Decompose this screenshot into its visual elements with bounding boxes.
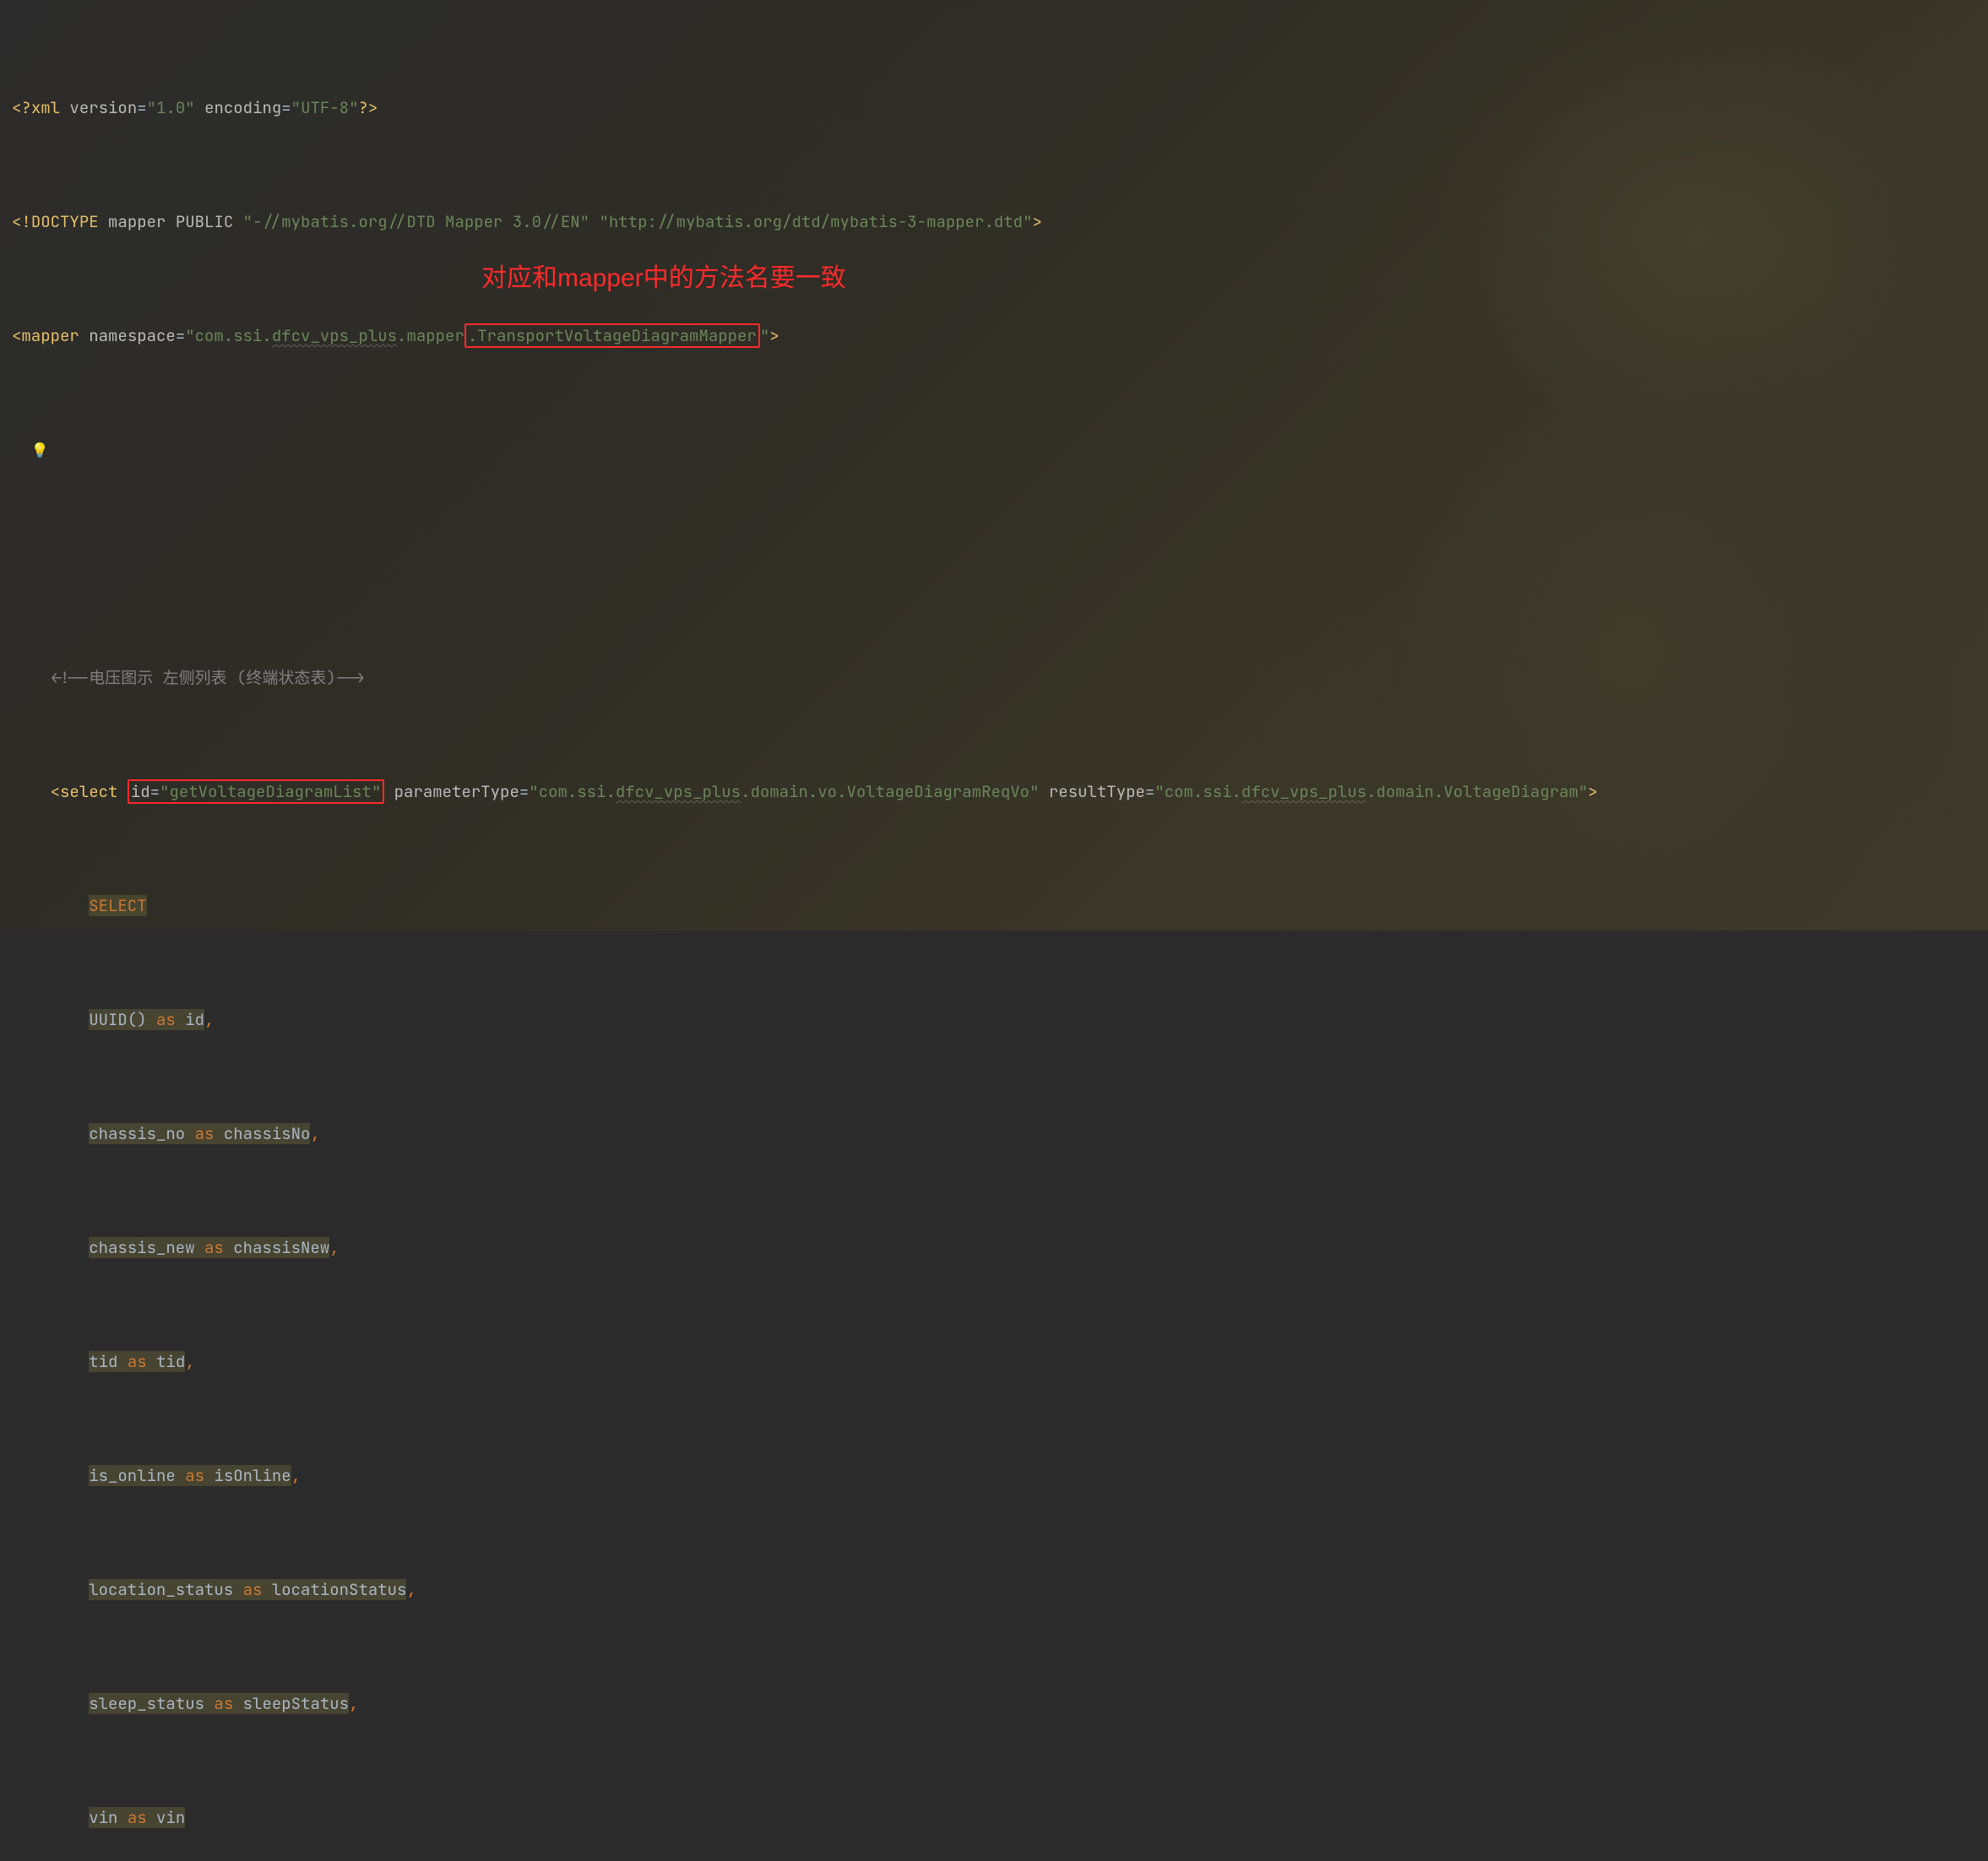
- attr-encoding: encoding: [204, 97, 281, 118]
- code-line[interactable]: <!DOCTYPE mapper PUBLIC "-//mybatis.org/…: [0, 210, 1988, 233]
- code-editor[interactable]: <?xml version="1.0" encoding="UTF-8"?> <…: [0, 0, 1988, 1861]
- code-line[interactable]: UUID() as id,: [0, 1008, 1988, 1031]
- sql-select: SELECT: [89, 895, 146, 916]
- code-line[interactable]: SELECT: [0, 894, 1988, 917]
- code-line[interactable]: <!--电压图示 左侧列表 (终端状态表)-->: [0, 666, 1988, 689]
- attr-resultType: resultType: [1049, 781, 1145, 802]
- xml-decl-open: <?: [12, 97, 31, 118]
- highlight-method-id: id="getVoltageDiagramList": [128, 779, 384, 804]
- xml-comment: <!--电压图示 左侧列表 (终端状态表)-->: [51, 667, 365, 688]
- doctype: DOCTYPE: [31, 211, 99, 232]
- code-line[interactable]: location_status as locationStatus,: [0, 1578, 1988, 1601]
- xml-decl-close: ?>: [358, 97, 378, 118]
- select-tag: select: [60, 781, 117, 802]
- highlight-mapper-class: .TransportVoltageDiagramMapper: [464, 323, 760, 348]
- xml-name: xml: [31, 97, 60, 118]
- mapper-tag: mapper: [21, 325, 79, 346]
- code-line[interactable]: sleep_status as sleepStatus,: [0, 1692, 1988, 1715]
- code-line[interactable]: <?xml version="1.0" encoding="UTF-8"?>: [0, 96, 1988, 119]
- attr-namespace: namespace: [89, 325, 176, 346]
- code-line[interactable]: vin as vin: [0, 1806, 1988, 1829]
- code-line[interactable]: 💡: [0, 438, 1988, 461]
- code-line[interactable]: tid as tid,: [0, 1350, 1988, 1373]
- code-line[interactable]: [0, 552, 1988, 575]
- dtd-public-id: "-//mybatis.org//DTD Mapper 3.0//EN": [243, 211, 589, 232]
- version-value: "1.0": [147, 97, 195, 118]
- code-line[interactable]: chassis_new as chassisNew,: [0, 1236, 1988, 1259]
- encoding-value: "UTF-8": [291, 97, 359, 118]
- code-line[interactable]: chassis_no as chassisNo,: [0, 1122, 1988, 1145]
- intention-bulb-icon[interactable]: 💡: [31, 440, 49, 463]
- code-line[interactable]: is_online as isOnline,: [0, 1464, 1988, 1487]
- code-line[interactable]: <mapper namespace="com.ssi.dfcv_vps_plus…: [0, 324, 1988, 347]
- dtd-system-id: "http://mybatis.org/dtd/mybatis-3-mapper…: [599, 211, 1032, 232]
- code-line[interactable]: <select id="getVoltageDiagramList" param…: [0, 780, 1988, 803]
- attr-version: version: [69, 97, 137, 118]
- attr-parameterType: parameterType: [394, 781, 519, 802]
